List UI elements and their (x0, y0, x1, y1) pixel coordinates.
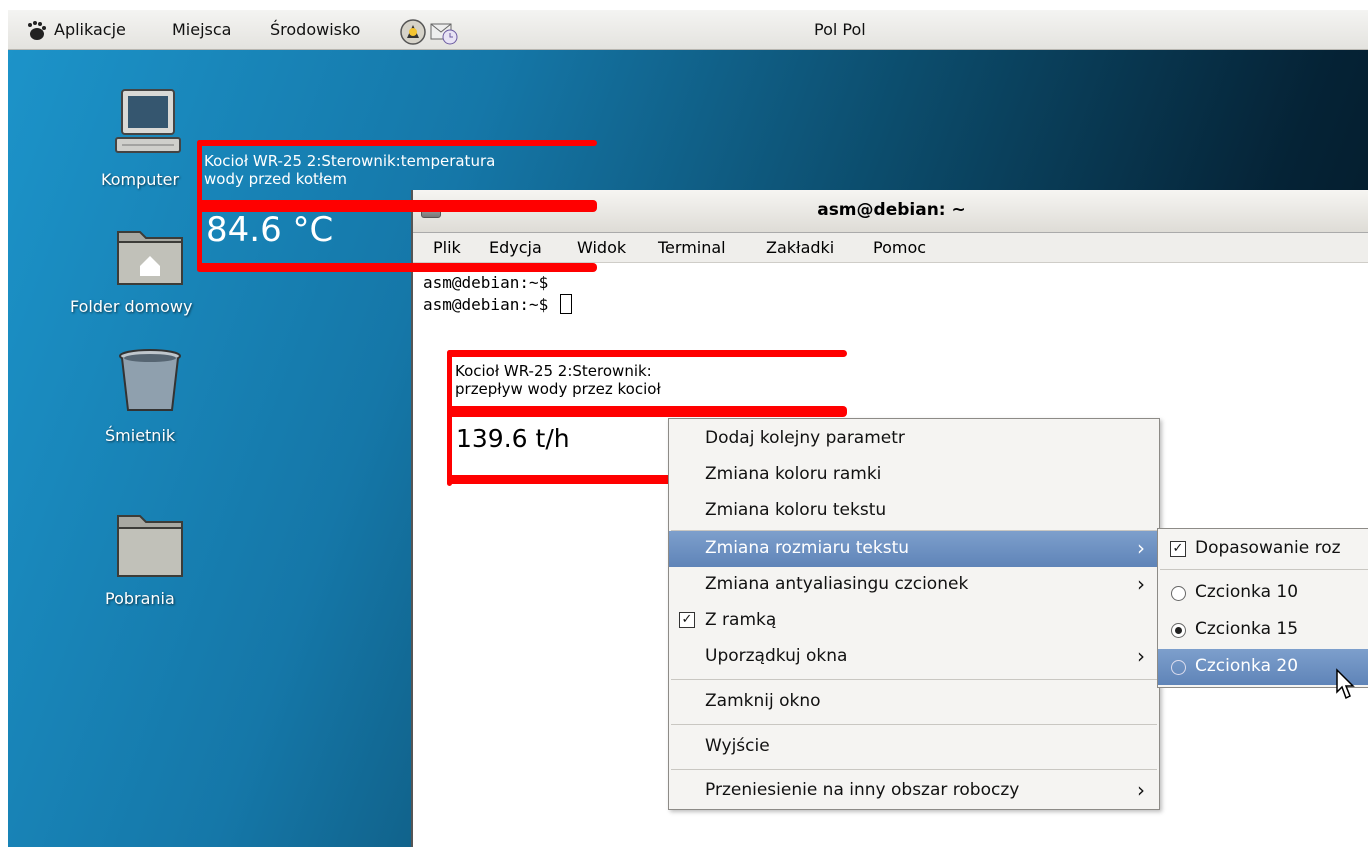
desktop-label-folder-domowy[interactable]: Folder domowy (70, 297, 192, 316)
menu-separator (671, 724, 1157, 725)
menu-separator (671, 769, 1157, 770)
menu-item-label: Dodaj kolejny parametr (705, 428, 905, 448)
trash-icon[interactable] (116, 348, 184, 414)
radio-checked-icon[interactable] (1171, 623, 1186, 638)
menu-item-zamknij-okno[interactable]: Zamknij okno (669, 684, 1159, 720)
panel-user-label[interactable]: Pol Pol (814, 20, 866, 39)
radio-unchecked-icon[interactable] (1171, 586, 1186, 601)
menu-item-label: Zamknij okno (705, 691, 821, 711)
chevron-right-icon: › (1137, 778, 1145, 802)
mail-clock-icon[interactable] (428, 18, 458, 46)
submenu-item-label: Dopasowanie roz (1195, 538, 1341, 558)
computer-icon[interactable] (110, 88, 186, 158)
widget-temperature-title: Kocioł WR-25 2:Sterownik:temperatura wod… (204, 152, 496, 188)
submenu-item-label: Czcionka 20 (1195, 656, 1299, 676)
desktop-label-pobrania[interactable]: Pobrania (105, 589, 175, 608)
checkbox-checked-icon[interactable]: ✓ (1170, 541, 1186, 557)
submenu-rozmiar-tekstu: ✓ Dopasowanie roz Czcionka 10 Czcionka 15… (1157, 528, 1368, 688)
submenu-item-label: Czcionka 10 (1195, 582, 1299, 602)
menu-terminal[interactable]: Terminal (658, 238, 726, 257)
submenu-item-dopasowanie[interactable]: ✓ Dopasowanie roz (1158, 531, 1368, 567)
submenu-item-label: Czcionka 15 (1195, 619, 1299, 639)
menu-separator (1160, 569, 1368, 570)
terminal-prompt-line: asm@debian:~$ (423, 294, 572, 316)
widget-flow-value: 139.6 t/h (456, 424, 570, 453)
home-folder-icon[interactable] (116, 222, 184, 286)
menu-srodowisko[interactable]: Środowisko (270, 20, 360, 39)
gnome-foot-icon[interactable] (24, 19, 48, 43)
menu-item-kolor-tekstu[interactable]: Zmiana koloru tekstu (669, 493, 1159, 529)
menu-separator (671, 679, 1157, 680)
widget-temperature-value: 84.6 °C (206, 210, 334, 250)
terminal-prompt: asm@debian:~$ (423, 295, 558, 314)
terminal-cursor (559, 294, 572, 314)
menu-zakladki[interactable]: Zakładki (766, 238, 834, 257)
menu-item-label: Zmiana koloru ramki (705, 464, 882, 484)
desktop-label-komputer[interactable]: Komputer (101, 170, 179, 189)
submenu-item-czcionka-10[interactable]: Czcionka 10 (1158, 575, 1368, 611)
widget-temperature[interactable]: Kocioł WR-25 2:Sterownik:temperatura wod… (197, 140, 597, 272)
help-icon[interactable] (398, 18, 428, 46)
menu-item-antyaliasing[interactable]: Zmiana antyaliasingu czcionek › (669, 567, 1159, 603)
menu-item-label: Uporządkuj okna (705, 646, 848, 666)
desktop-label-smietnik[interactable]: Śmietnik (105, 426, 175, 445)
radio-unchecked-icon[interactable] (1171, 660, 1186, 675)
menu-item-label: Wyjście (705, 736, 770, 756)
top-panel: Aplikacje Miejsca Środowisko Pol Pol (8, 10, 1368, 50)
menu-item-label: Z ramką (705, 610, 777, 630)
submenu-item-czcionka-15[interactable]: Czcionka 15 (1158, 612, 1368, 648)
menu-item-kolor-ramki[interactable]: Zmiana koloru ramki (669, 457, 1159, 493)
checkbox-checked-icon[interactable]: ✓ (679, 612, 695, 628)
folder-icon[interactable] (116, 512, 184, 578)
widget-frame-top (197, 140, 597, 146)
menu-miejsca[interactable]: Miejsca (172, 20, 231, 39)
menu-item-z-ramka[interactable]: ✓ Z ramką (669, 603, 1159, 639)
chevron-right-icon: › (1137, 644, 1145, 668)
terminal-line: asm@debian:~$ (423, 273, 549, 292)
menu-item-label: Zmiana antyaliasingu czcionek (705, 574, 969, 594)
menu-item-label: Przeniesienie na inny obszar roboczy (705, 780, 1020, 800)
menu-item-przeniesienie[interactable]: Przeniesienie na inny obszar roboczy › (669, 773, 1159, 809)
menu-item-label: Zmiana rozmiaru tekstu (705, 538, 910, 558)
mouse-pointer-icon (1336, 668, 1355, 700)
context-menu: Dodaj kolejny parametr Zmiana koloru ram… (668, 418, 1160, 810)
menu-item-rozmiar-tekstu[interactable]: Zmiana rozmiaru tekstu › (669, 531, 1159, 567)
widget-frame-divider (447, 406, 847, 417)
menu-item-wyjscie[interactable]: Wyjście (669, 729, 1159, 765)
menu-aplikacje[interactable]: Aplikacje (54, 20, 126, 39)
widget-flow-title: Kocioł WR-25 2:Sterownik: przepływ wody … (455, 362, 661, 398)
widget-frame-bottom (197, 263, 597, 272)
chevron-right-icon: › (1137, 572, 1145, 596)
menu-item-label: Zmiana koloru tekstu (705, 500, 887, 520)
menu-item-dodaj-parametr[interactable]: Dodaj kolejny parametr (669, 421, 1159, 457)
chevron-right-icon: › (1137, 536, 1145, 560)
terminal-output[interactable]: asm@debian:~$ asm@debian:~$ (423, 272, 572, 316)
widget-frame-left (447, 350, 452, 486)
widget-frame-top (447, 350, 847, 357)
menu-pomoc[interactable]: Pomoc (873, 238, 926, 257)
menu-item-uporzadkuj-okna[interactable]: Uporządkuj okna › (669, 639, 1159, 675)
